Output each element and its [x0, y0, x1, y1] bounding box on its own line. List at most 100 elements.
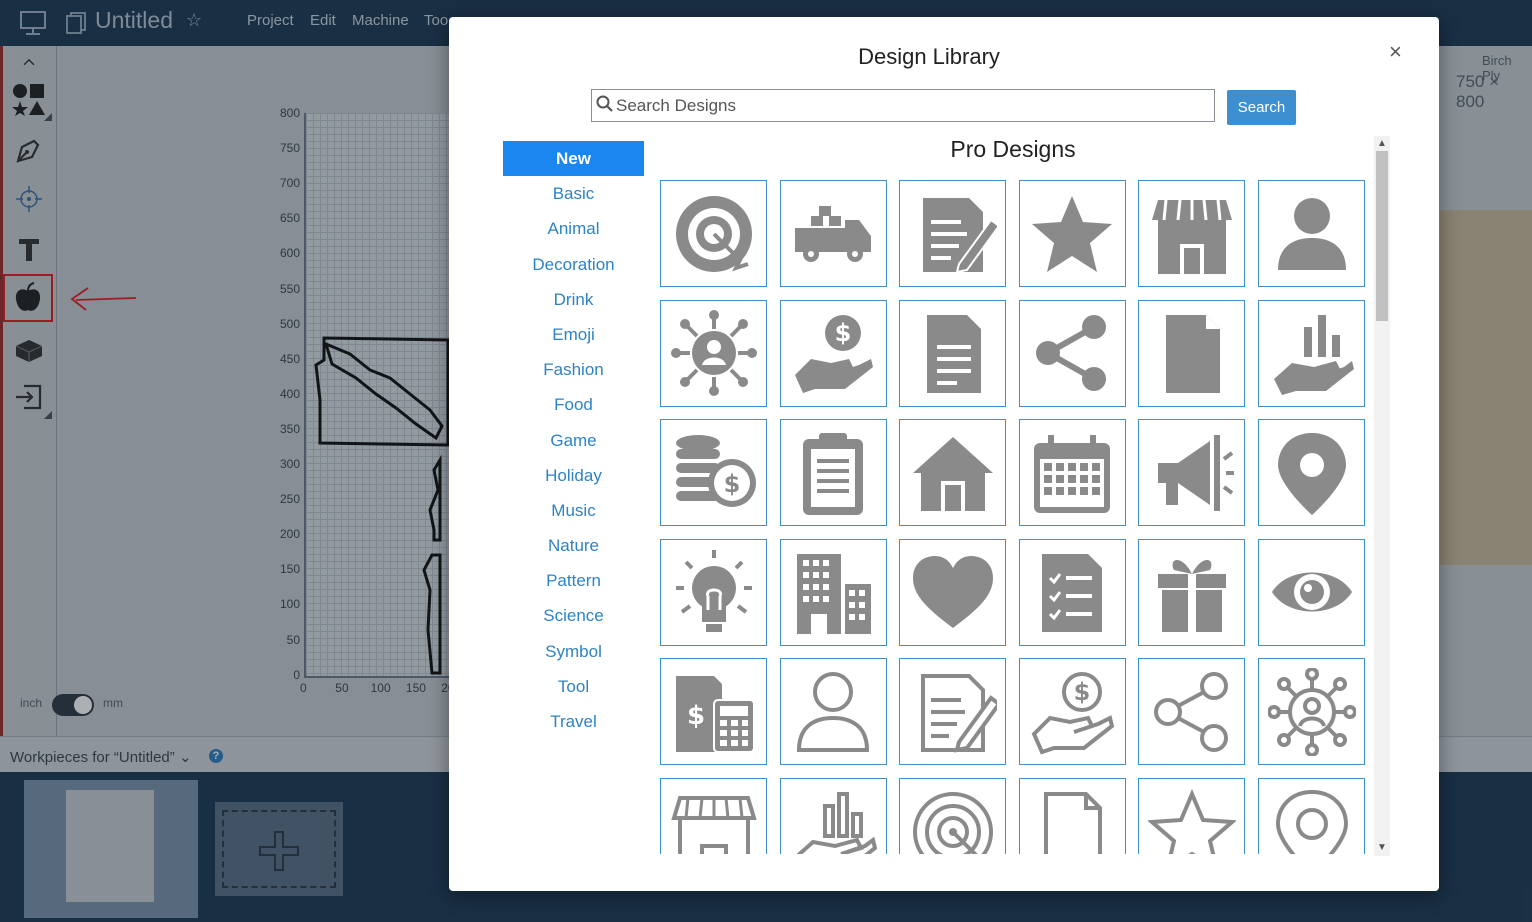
design-tile[interactable] [660, 538, 767, 646]
category-decoration[interactable]: Decoration [503, 247, 644, 282]
design-tile[interactable] [660, 299, 767, 407]
lightbulb-icon [675, 550, 752, 633]
search-input[interactable] [614, 92, 1208, 120]
design-tile[interactable]: $ [660, 658, 767, 766]
document-edit-outline-icon [920, 673, 997, 753]
category-holiday[interactable]: Holiday [503, 458, 644, 493]
design-tile[interactable]: $ [660, 419, 767, 527]
category-new[interactable]: New [503, 141, 644, 177]
category-food[interactable]: Food [503, 387, 644, 422]
gift-icon [1157, 560, 1226, 633]
eye-icon [1271, 572, 1352, 612]
design-tile[interactable] [1258, 419, 1365, 527]
design-tile[interactable] [899, 658, 1007, 766]
design-tile[interactable] [1258, 658, 1365, 766]
category-symbol[interactable]: Symbol [503, 634, 644, 669]
category-game[interactable]: Game [503, 423, 644, 458]
design-tile[interactable] [779, 419, 887, 527]
design-tile[interactable] [779, 538, 887, 646]
design-tile[interactable]: $ [779, 299, 887, 407]
checklist-icon [1042, 554, 1103, 633]
design-tile[interactable] [1018, 299, 1126, 407]
svg-text:$: $ [723, 470, 740, 498]
design-tile[interactable] [899, 419, 1007, 527]
grid-scrollbar[interactable]: ▲ ▼ [1374, 136, 1390, 856]
design-tile[interactable] [1138, 778, 1246, 854]
design-tile[interactable] [1258, 778, 1365, 854]
share-icon [1036, 315, 1107, 392]
design-tile[interactable] [1258, 180, 1365, 287]
close-icon[interactable]: × [1389, 39, 1402, 65]
network-user-outline-icon [1267, 667, 1356, 756]
design-tile[interactable] [1018, 180, 1126, 287]
design-tile[interactable]: $ [1018, 658, 1126, 766]
location-outline-icon [1275, 789, 1348, 854]
design-tile[interactable] [899, 538, 1007, 646]
design-tile[interactable] [779, 180, 887, 287]
category-animal[interactable]: Animal [503, 211, 644, 246]
category-list: New Basic Animal Decoration Drink Emoji Fashio… [503, 141, 644, 739]
design-library-modal: Design Library × Search NewBasicAnimalDe… [449, 17, 1439, 891]
search-icon [596, 95, 613, 112]
design-tile[interactable] [899, 180, 1007, 287]
calendar-icon [1034, 434, 1111, 513]
share-outline-icon [1153, 671, 1228, 752]
user-icon [1277, 197, 1346, 270]
design-tile[interactable] [1138, 419, 1246, 527]
location-pin-icon [1277, 432, 1346, 515]
store-icon [1151, 199, 1232, 274]
design-tile[interactable] [779, 778, 887, 854]
grid-title: Pro Designs [950, 136, 1076, 162]
search-button[interactable]: Search [1227, 90, 1296, 125]
target-icon [675, 195, 752, 272]
modal-title: Design Library [858, 44, 1000, 69]
design-tile[interactable] [1138, 299, 1246, 407]
buildings-icon [797, 554, 872, 635]
scroll-up-arrow-icon[interactable]: ▲ [1377, 138, 1387, 149]
design-tile[interactable] [660, 778, 767, 854]
category-science[interactable]: Science [503, 598, 644, 633]
clipboard-icon [803, 432, 864, 515]
star-icon [1032, 195, 1113, 272]
category-nature[interactable]: Nature [503, 528, 644, 563]
category-travel[interactable]: Travel [503, 704, 644, 739]
scrollbar-thumb[interactable] [1376, 151, 1388, 321]
hand-chart-outline-icon [796, 791, 878, 854]
design-grid: $ $ $ $ [660, 180, 1372, 854]
design-tile[interactable] [1258, 299, 1365, 407]
design-tile[interactable] [1138, 538, 1246, 646]
file-outline-icon [1044, 791, 1103, 854]
star-outline-icon [1147, 788, 1236, 854]
category-basic[interactable]: Basic [503, 176, 644, 211]
delivery-truck-icon [795, 205, 872, 262]
hand-chart-icon [1273, 315, 1354, 396]
heart-icon [912, 556, 993, 629]
design-tile[interactable] [1018, 538, 1126, 646]
category-tool[interactable]: Tool [503, 669, 644, 704]
user-outline-icon [797, 671, 870, 752]
design-tile[interactable] [1018, 419, 1126, 527]
design-tile[interactable] [1138, 180, 1246, 287]
target-outline-icon [912, 791, 993, 854]
design-tile[interactable] [779, 658, 887, 766]
scroll-down-arrow-icon[interactable]: ▼ [1377, 842, 1387, 853]
design-tile[interactable] [1258, 538, 1365, 646]
category-drink[interactable]: Drink [503, 282, 644, 317]
svg-text:$: $ [835, 319, 852, 347]
design-tile[interactable] [1138, 658, 1246, 766]
svg-text:$: $ [1074, 678, 1091, 706]
design-tile[interactable] [899, 778, 1007, 854]
search-box [591, 89, 1215, 122]
svg-text:$: $ [686, 701, 704, 731]
category-emoji[interactable]: Emoji [503, 317, 644, 352]
network-user-icon [670, 310, 757, 397]
category-music[interactable]: Music [503, 493, 644, 528]
design-tile[interactable] [1018, 778, 1126, 854]
design-tile[interactable] [660, 180, 767, 287]
category-pattern[interactable]: Pattern [503, 563, 644, 598]
invoice-calculator-icon: $ [675, 675, 755, 753]
house-icon [912, 436, 993, 511]
megaphone-icon [1157, 434, 1234, 511]
category-fashion[interactable]: Fashion [503, 352, 644, 387]
design-tile[interactable] [899, 299, 1007, 407]
